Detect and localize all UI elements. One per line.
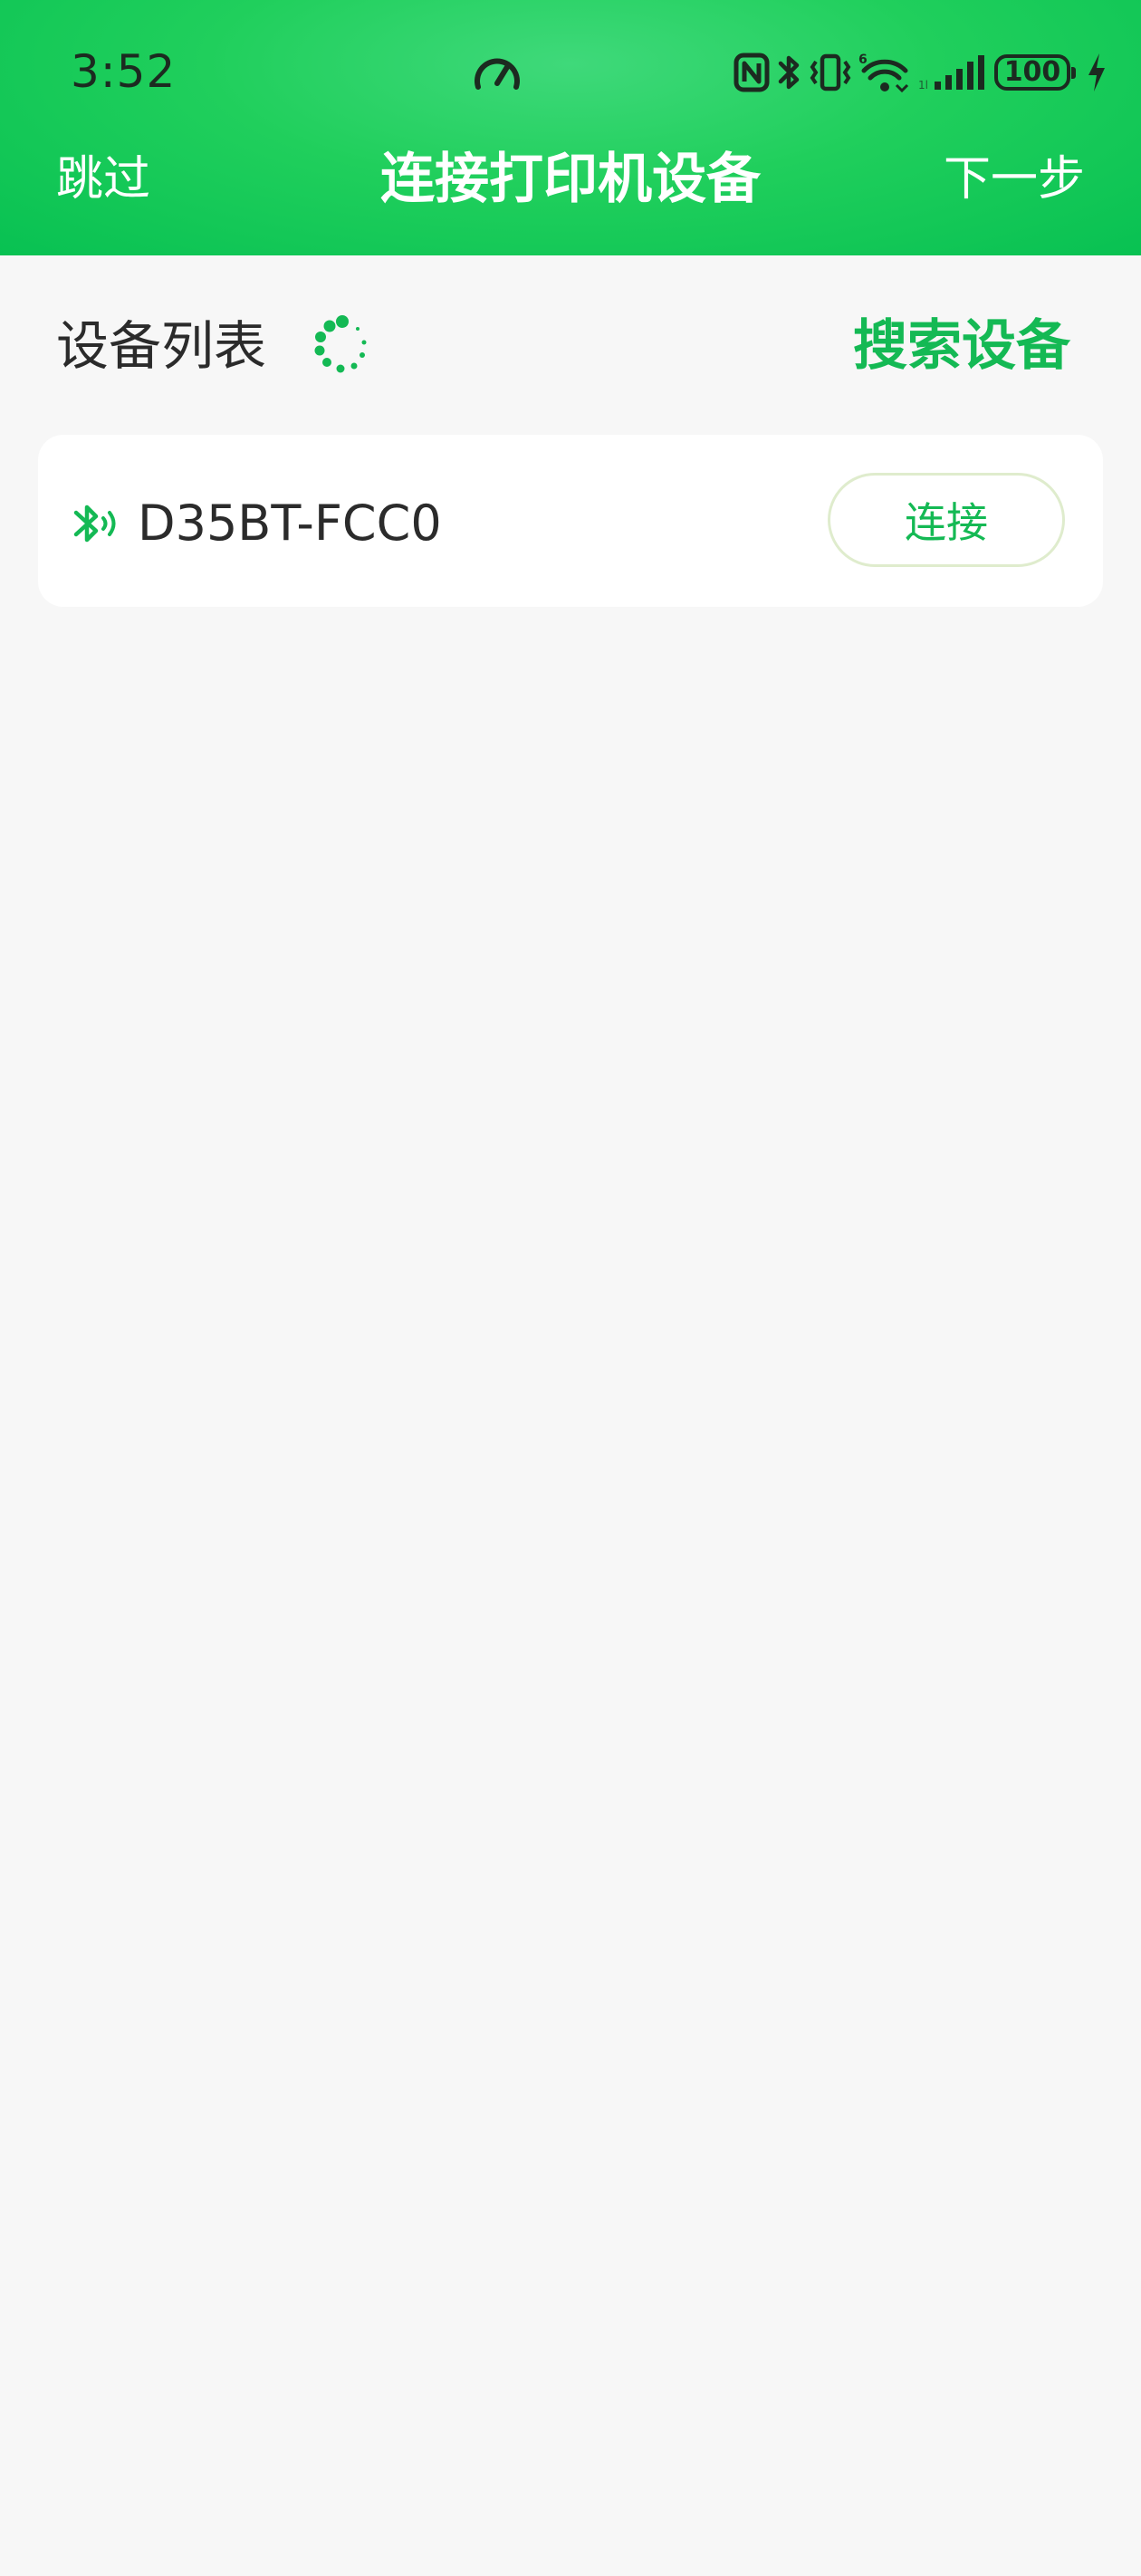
vibrate-icon [810, 53, 851, 91]
signal-icon: 1l [918, 55, 984, 91]
status-time: 3:52 [71, 45, 177, 98]
svg-text:1l: 1l [918, 79, 928, 91]
loading-spinner-icon [314, 315, 367, 373]
svg-text:6: 6 [858, 53, 868, 67]
battery-icon: 100 [994, 54, 1076, 91]
device-name: D35BT-FCC0 [138, 495, 442, 552]
wifi-icon: 6 [858, 53, 909, 92]
bluetooth-icon [73, 505, 116, 543]
search-devices-button[interactable]: 搜索设备 [853, 310, 1070, 382]
speedometer-icon [475, 58, 520, 90]
app-header: 3:52 6 1l 100 跳过 连接打印机设备 下一步 [0, 0, 1141, 255]
device-list-item[interactable]: D35BT-FCC0 连接 [38, 435, 1103, 607]
device-list-title: 设备列表 [56, 315, 267, 377]
connect-button[interactable]: 连接 [828, 473, 1065, 567]
bluetooth-icon [778, 55, 800, 90]
charging-icon [1088, 53, 1105, 91]
next-step-button[interactable]: 下一步 [944, 145, 1085, 214]
nfc-icon [734, 53, 770, 92]
status-icons: 6 1l 100 [734, 45, 1108, 100]
